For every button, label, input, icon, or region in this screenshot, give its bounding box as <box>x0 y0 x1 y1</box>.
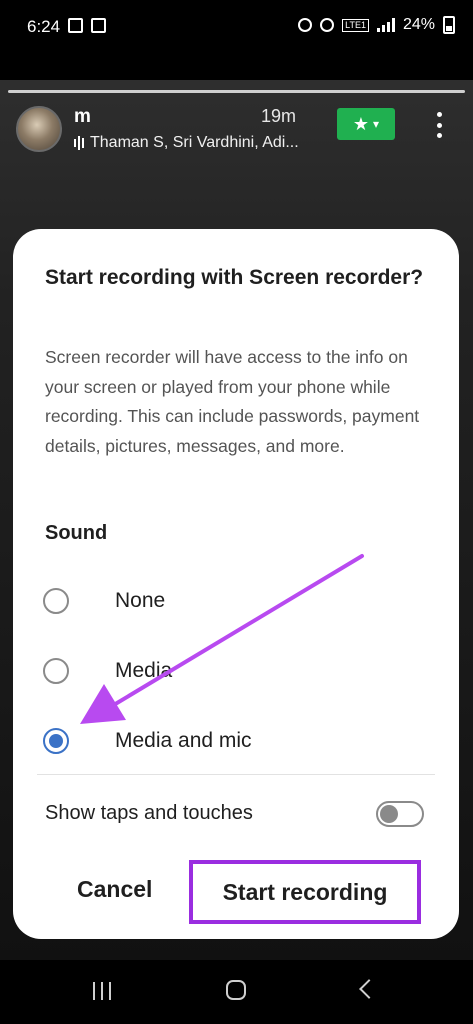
sound-option-media-and-mic[interactable]: Media and mic <box>43 721 423 761</box>
network-label: LTE1 <box>342 18 369 32</box>
chat-time: 19m <box>261 106 297 126</box>
divider <box>37 774 435 775</box>
audio-wave-icon <box>74 136 84 150</box>
alarm-icon <box>298 18 313 32</box>
home-icon[interactable] <box>226 980 246 1000</box>
avatar[interactable] <box>16 106 62 152</box>
participants-text: Thaman S, Sri Vardhini, Adi... <box>90 134 299 151</box>
image-icon <box>91 18 106 33</box>
signal-icon <box>376 18 395 32</box>
status-time: 6:24 <box>27 17 61 36</box>
radio-button[interactable] <box>43 658 69 684</box>
sound-option-label: Media and mic <box>115 729 252 752</box>
battery-percent: 24% <box>402 16 435 33</box>
sound-option-label: Media <box>115 659 173 682</box>
message-icon <box>68 18 83 33</box>
back-icon[interactable] <box>359 979 379 999</box>
screen-recorder-dialog: Start recording with Screen recorder? Sc… <box>13 229 459 939</box>
participants-row: Thaman S, Sri Vardhini, Adi... <box>74 134 299 152</box>
radio-button-selected[interactable] <box>43 728 69 754</box>
sound-option-none[interactable]: None <box>43 581 423 621</box>
progress-line <box>8 90 465 93</box>
battery-icon <box>443 16 455 34</box>
status-bar: 6:24 LTE1 24% <box>0 0 473 58</box>
toggle-knob <box>380 805 398 823</box>
notification-icons <box>68 18 106 33</box>
chat-title: m <box>74 106 91 127</box>
radio-button[interactable] <box>43 588 69 614</box>
show-taps-label: Show taps and touches <box>45 802 253 824</box>
wifi-icon <box>320 18 335 32</box>
sound-option-label: None <box>115 589 166 612</box>
status-right: LTE1 24% <box>298 16 455 34</box>
sound-heading: Sound <box>45 522 108 544</box>
more-options-icon[interactable] <box>436 112 442 138</box>
cancel-button[interactable]: Cancel <box>77 876 152 903</box>
start-recording-button[interactable]: Start recording <box>189 860 421 924</box>
dialog-title: Start recording with Screen recorder? <box>45 266 424 289</box>
navigation-bar <box>0 960 473 1024</box>
chat-header: m 19m Thaman S, Sri Vardhini, Adi... ★ ▾ <box>0 100 473 164</box>
star-button[interactable]: ★ ▾ <box>337 108 395 140</box>
show-taps-toggle[interactable] <box>376 801 424 827</box>
sound-option-media[interactable]: Media <box>43 651 423 691</box>
recents-icon[interactable] <box>93 982 111 1000</box>
chevron-down-icon: ▾ <box>373 117 380 131</box>
dialog-description: Screen recorder will have access to the … <box>45 347 420 456</box>
start-recording-label: Start recording <box>222 878 388 905</box>
star-icon: ★ <box>352 113 370 134</box>
